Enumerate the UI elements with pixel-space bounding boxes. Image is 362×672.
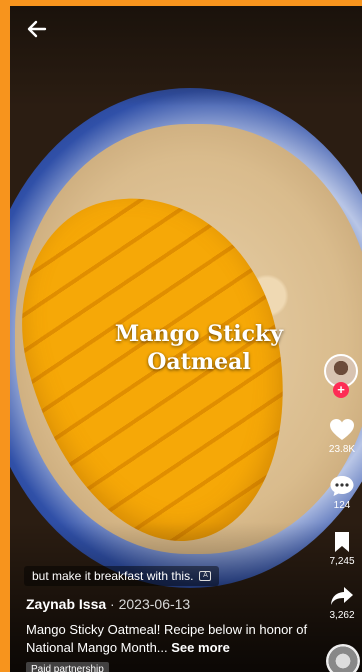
follow-button[interactable]: + [333, 382, 349, 398]
video-overlay-title: Mango Sticky Oatmeal [114, 321, 284, 375]
post-date: 2023-06-13 [118, 596, 191, 612]
paid-partnership-badge: Paid partnership [26, 662, 109, 672]
like-count: 23.8K [328, 444, 356, 455]
heart-icon [330, 419, 354, 440]
comment-button[interactable]: 124 [322, 474, 362, 511]
see-more-link[interactable]: See more [171, 640, 230, 655]
post-description: Mango Sticky Oatmeal! Recipe below in ho… [26, 621, 316, 657]
author-name[interactable]: Zaynab Issa [26, 596, 106, 612]
save-button[interactable]: 7,245 [322, 530, 362, 567]
comment-count: 124 [333, 500, 351, 511]
caption-chip: but make it breakfast with this. A [24, 566, 220, 586]
arrow-left-icon[interactable] [24, 16, 50, 42]
bookmark-icon [335, 532, 349, 552]
top-gradient [10, 6, 362, 106]
separator: · [106, 596, 119, 612]
caption-text: but make it breakfast with this. [32, 569, 194, 583]
comment-icon [330, 476, 354, 496]
save-count: 7,245 [329, 556, 355, 567]
share-button[interactable]: 3,262 [322, 584, 362, 621]
caption-icon: A [199, 571, 212, 581]
post-author-line: Zaynab Issa · 2023-06-13 [26, 596, 190, 612]
video-player[interactable]: Mango Sticky Oatmeal but make it breakfa… [10, 6, 362, 672]
share-count: 3,262 [329, 610, 355, 621]
like-button[interactable]: 23.8K [322, 418, 362, 455]
share-arrow-icon [331, 587, 353, 605]
music-disc-icon[interactable] [326, 644, 360, 672]
description-text: Mango Sticky Oatmeal! Recipe below in ho… [26, 622, 308, 655]
